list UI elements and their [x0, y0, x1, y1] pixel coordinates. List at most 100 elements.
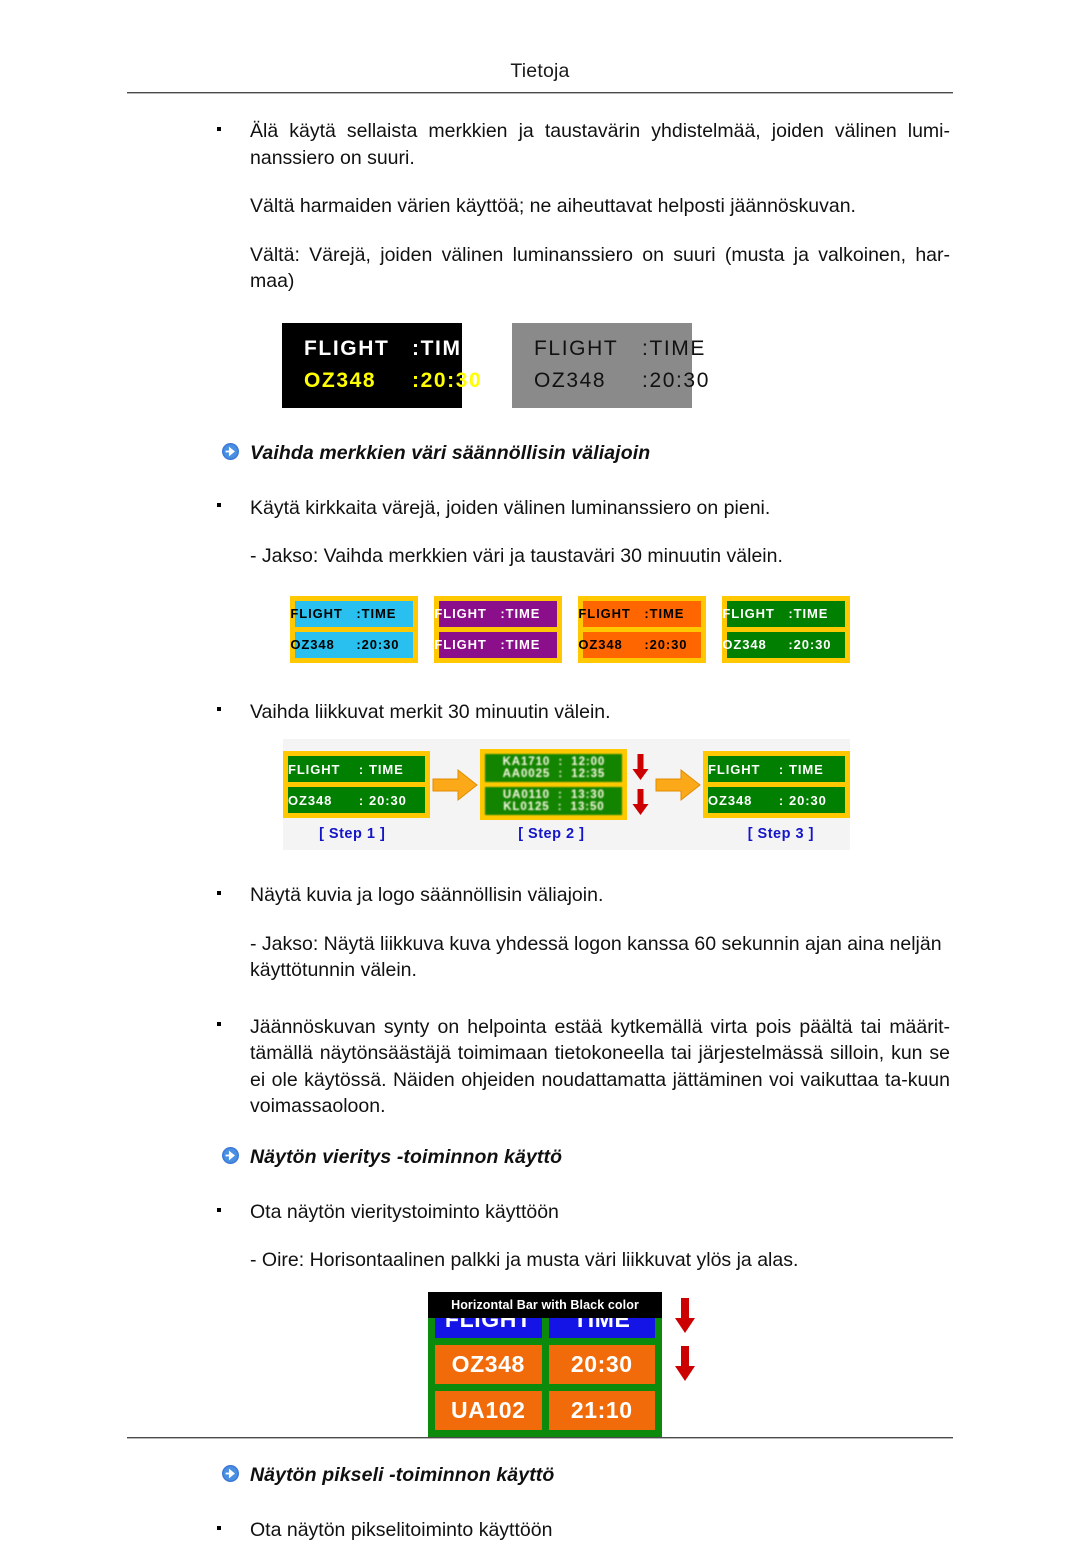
bullet-dot-icon [217, 1525, 221, 1530]
flight-time: 20:30 [789, 792, 827, 808]
body-paragraph: Vältä harmaiden värien käyttöä; ne aiheu… [0, 193, 1080, 220]
panel-row: OZ348 : 20:30 [578, 631, 701, 658]
body-text: Näytä kuvia ja logo säännöllisin väliajo… [250, 884, 604, 907]
separator: : [642, 369, 650, 393]
panel-row: OZ348 : 20:30 [288, 787, 425, 814]
flight-time: 20:30 [793, 637, 832, 653]
section-heading-screen-scroll: Näytön vieritys -toiminnon käyttö [0, 1146, 1080, 1169]
step-3-panel: FLIGHT : TIME OZ348 : 20:30 [703, 751, 851, 819]
section-heading-text: Näytön pikseli -toiminnon käyttö [250, 1463, 555, 1486]
time-label: TIME [649, 337, 706, 361]
time-label: TIME [789, 761, 824, 777]
note-text: - Jakso: Näytä liikkuva kuva yhdessä log… [250, 932, 942, 982]
body-paragraph: Vältä: Värejä, joiden välinen luminanssi… [0, 242, 1080, 295]
separator: : [642, 337, 650, 361]
body-text: Ota näytön pikselitoiminto käyttöön [250, 1518, 553, 1541]
flight-label: FLIGHT [534, 337, 619, 361]
bullet-dot-icon [217, 503, 221, 508]
section-heading-screen-pixel: Näytön pikseli -toiminnon käyttö [0, 1464, 1080, 1487]
step-1-panel: FLIGHT : TIME OZ348 : 20:30 [283, 751, 430, 819]
red-down-arrow-icon [675, 1297, 695, 1333]
step-2-label: [ Step 2 ] [518, 826, 585, 843]
figure-color-panels: FLIGHT : TIME OZ348 : 20:30 FLIGHT : TIM… [0, 595, 1080, 663]
panel-row: FLIGHT : TIME [434, 600, 557, 627]
arrow-circle-icon [222, 1146, 239, 1164]
panel-row: OZ348 : 20:30 [708, 787, 846, 814]
flight-code: OZ348 [534, 369, 607, 393]
flight-label: FLIGHT [434, 637, 487, 653]
flight-data-line: OZ348 : 20:30 [304, 369, 481, 393]
list-item: Näytä kuvia ja logo säännöllisin väliajo… [0, 882, 1080, 909]
header-divider [127, 92, 953, 94]
board-row: OZ348 20:30 [435, 1345, 655, 1385]
orange-flight-panel: FLIGHT : TIME OZ348 : 20:30 [578, 595, 706, 663]
flight-label: FLIGHT [578, 606, 631, 622]
flight-time: 21:10 [548, 1391, 655, 1430]
document-page: Tietoja Älä käytä sellaista merkkien ja … [0, 0, 1080, 1541]
scroll-line-top: KA1710 : 12:00 [502, 756, 606, 769]
flight-code: OZ348 [708, 792, 753, 808]
flight-time: 20:30 [361, 637, 400, 653]
flight-label: FLIGHT [722, 606, 775, 622]
flight-code: OZ348 [722, 637, 767, 653]
bullet-dot-icon [217, 1022, 221, 1027]
body-text: Vaihda liikkuvat merkit 30 minuutin väle… [250, 700, 611, 723]
section-heading-text: Vaihda merkkien väri säännöllisin väliaj… [250, 441, 651, 464]
flight-code: OZ348 [578, 637, 623, 653]
list-item: Ota näytön vieritystoiminto käyttöön [0, 1199, 1080, 1226]
page-content: Älä käytä sellaista merkkien ja taustavä… [0, 118, 1080, 1543]
panel-row: OZ348 : 20:30 [290, 631, 413, 658]
flight-code: OZ348 [288, 792, 333, 808]
time-label: TIME [793, 606, 829, 622]
flight-time: 20:30 [649, 369, 710, 393]
panel-row: FLIGHT : TIME [290, 600, 413, 627]
panel-row: FLIGHT : TIME [434, 631, 557, 658]
step-1-label: [ Step 1 ] [319, 826, 386, 843]
time-label: TIME [505, 637, 541, 653]
red-down-arrows-group [627, 753, 652, 816]
figure-horizontal-bar: FLIGHT TIME OZ348 20:30 UA102 21:10 Hori… [0, 1291, 1080, 1442]
separator: : [778, 792, 785, 808]
list-item: Jäännöskuvan synty on helpointa estää ky… [0, 1014, 1080, 1120]
list-item: Vaihda liikkuvat merkit 30 minuutin väle… [0, 699, 1080, 726]
panel-row: FLIGHT : TIME [722, 600, 845, 627]
body-text: Vältä: Värejä, joiden välinen luminanssi… [250, 243, 950, 293]
panel-row: FLIGHT : TIME [288, 756, 425, 783]
separator: : [358, 761, 365, 777]
flight-code: OZ348 [290, 637, 335, 653]
figure-step-diagram: FLIGHT : TIME OZ348 : 20:30 KA1710: 12:… [283, 739, 851, 851]
list-item: Älä käytä sellaista merkkien ja taustavä… [0, 118, 1080, 171]
horizontal-black-bar: Horizontal Bar with Black color [428, 1291, 662, 1318]
red-down-arrow-icon [675, 1345, 695, 1381]
orange-right-arrow-icon [430, 768, 480, 802]
time-label: TIME [505, 606, 541, 622]
flight-time: 20:30 [369, 792, 407, 808]
figure-contrast-panels: FLIGHT : TIME OZ348 : 20:30 FLIGHT : TIM… [0, 322, 1080, 408]
flight-code: UA102 [435, 1391, 542, 1430]
separator: : [412, 337, 421, 361]
red-down-arrow-icon [632, 753, 648, 780]
body-text: Vältä harmaiden värien käyttöä; ne aiheu… [250, 195, 856, 218]
body-text: Ota näytön vieritystoiminto käyttöön [250, 1200, 559, 1223]
flight-code: OZ348 [435, 1345, 542, 1385]
gray-flight-panel: FLIGHT : TIME OZ348 : 20:30 [512, 322, 708, 408]
flight-header-line: FLIGHT : TIME [534, 337, 704, 361]
black-flight-panel: FLIGHT : TIME OZ348 : 20:30 [282, 322, 481, 408]
flight-label: FLIGHT [708, 761, 761, 777]
panel-row: OZ348 : 20:30 [722, 631, 845, 658]
panel-row-scrolling: KA1710 : 12:00 AA0025 : 12:35 [485, 754, 623, 783]
flight-label: FLIGHT [304, 337, 390, 361]
scroll-line-bottom: AA0025 : 12:35 [502, 768, 606, 781]
list-item: Käytä kirkkaita värejä, joiden välinen l… [0, 495, 1080, 522]
time-label: TIME [361, 606, 397, 622]
body-text: Käytä kirkkaita värejä, joiden välinen l… [250, 496, 771, 519]
orange-right-arrow-icon [653, 768, 703, 802]
flight-label: FLIGHT [288, 761, 341, 777]
flight-label: FLIGHT [434, 606, 487, 622]
section-heading-text: Näytön vieritys -toiminnon käyttö [250, 1145, 563, 1168]
bullet-dot-icon [217, 707, 221, 712]
arrow-circle-icon [222, 1464, 239, 1482]
separator: : [778, 761, 785, 777]
bullet-dot-icon [217, 126, 221, 131]
flight-time: 20:30 [548, 1345, 655, 1385]
